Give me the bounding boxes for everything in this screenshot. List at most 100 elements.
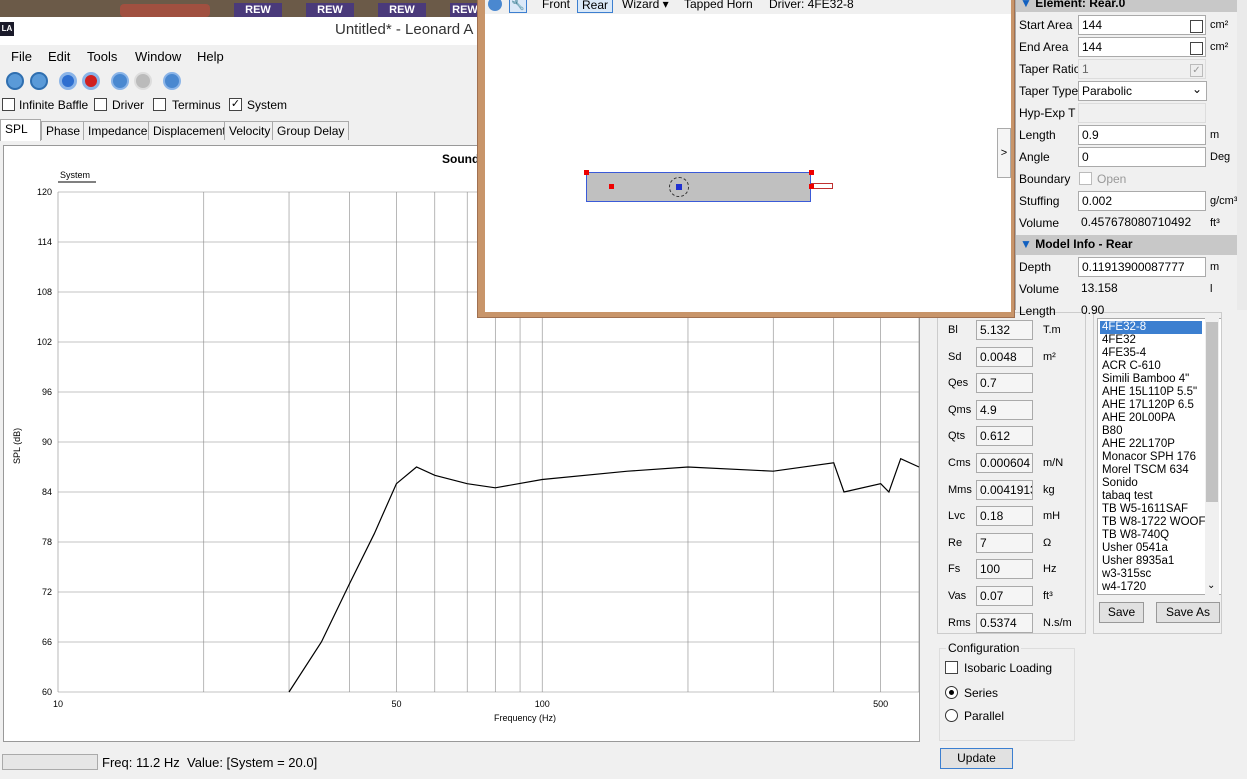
property-value[interactable]: 144 [1078, 15, 1206, 35]
rew-tab[interactable]: REW [306, 3, 354, 17]
driver-checkbox[interactable] [94, 98, 107, 111]
param-input[interactable]: 5.132 [976, 320, 1033, 340]
properties-scrollbar[interactable] [1237, 0, 1247, 310]
rear-chamber-element[interactable] [586, 172, 811, 202]
tab-phase[interactable]: Phase [41, 121, 86, 140]
tab-group-delay[interactable]: Group Delay [272, 121, 350, 140]
terminus-checkbox[interactable] [153, 98, 166, 111]
menu-help[interactable]: Help [197, 49, 224, 64]
property-value[interactable]: 0.9 [1078, 125, 1206, 145]
infinity-icon[interactable] [30, 72, 48, 90]
configuration-title: Configuration [946, 641, 1022, 655]
param-unit: Hz [1043, 563, 1057, 576]
menu-window[interactable]: Window [135, 49, 181, 64]
system-checkbox[interactable]: ✓ [229, 98, 242, 111]
record-red-icon[interactable] [82, 72, 100, 90]
rewind-icon[interactable] [111, 72, 129, 90]
rew-tab[interactable]: REW [378, 3, 426, 17]
system-label: System [247, 98, 288, 112]
y-tick-label: 90 [42, 437, 52, 447]
end-area-checkbox[interactable] [1190, 42, 1203, 55]
param-input[interactable]: 100 [976, 559, 1033, 580]
property-value[interactable]: 0 [1078, 147, 1206, 167]
property-label: Taper Ratio [1019, 62, 1081, 76]
param-unit: ft³ [1043, 590, 1053, 602]
param-input[interactable]: 0.07 [976, 586, 1033, 606]
y-tick-label: 60 [42, 687, 52, 697]
menu-edit[interactable]: Edit [48, 49, 70, 64]
menu-file[interactable]: File [11, 49, 32, 64]
status-progress [2, 754, 98, 770]
param-input[interactable]: 0.7 [976, 373, 1033, 394]
rew-tab[interactable]: REW [234, 3, 282, 17]
window-title: Untitled* - Leonard A [335, 21, 474, 38]
handle-left[interactable] [609, 184, 614, 189]
play-icon[interactable] [163, 72, 181, 90]
play-icon[interactable] [488, 0, 502, 11]
rear-button[interactable]: Rear [577, 0, 614, 13]
handle-right[interactable] [809, 184, 814, 189]
property-value[interactable]: 0.002 [1078, 191, 1206, 211]
property-unit: cm² [1210, 19, 1229, 31]
param-input[interactable]: 0.000604 [976, 453, 1033, 473]
property-label: Length [1019, 304, 1056, 318]
param-input[interactable]: 4.9 [976, 399, 1033, 420]
expand-panel-button[interactable]: > [997, 128, 1011, 178]
taper-ratio-checkbox[interactable]: ✓ [1190, 64, 1203, 77]
driver-group [1093, 312, 1222, 634]
property-value: 13.158 [1078, 279, 1206, 299]
property-value[interactable]: Parabolic ⌄ [1078, 81, 1207, 101]
update-button[interactable]: Update [940, 748, 1013, 769]
driver-marker[interactable] [669, 177, 689, 197]
component-checks: Infinite Baffle Driver Terminus ✓ System [0, 96, 480, 113]
x-tick-label: 100 [535, 699, 550, 709]
property-unit: ft³ [1210, 217, 1220, 229]
param-input[interactable]: 7 [976, 532, 1033, 553]
tab-velocity[interactable]: Velocity [224, 121, 276, 140]
property-value[interactable]: 144 [1078, 37, 1206, 57]
rew-tab[interactable]: REW [450, 3, 480, 17]
driver-label: Driver [112, 98, 144, 112]
record-blue-icon[interactable] [59, 72, 77, 90]
wrench-icon[interactable]: 🔧 [509, 0, 527, 13]
tab-spl[interactable]: SPL [0, 119, 41, 141]
param-input[interactable]: 0.0041913 [976, 479, 1033, 500]
infinity-icon[interactable] [6, 72, 24, 90]
property-value-text: 1 [1082, 62, 1089, 76]
parallel-radio[interactable] [945, 709, 958, 722]
param-input[interactable]: 0.5374 [976, 612, 1033, 633]
y-tick-label: 78 [42, 537, 52, 547]
wizard-button[interactable]: Wizard ▾ [622, 0, 669, 11]
param-unit: N.s/m [1043, 616, 1072, 629]
tab-impedance[interactable]: Impedance [83, 121, 153, 140]
x-axis-label: Frequency (Hz) [494, 713, 556, 723]
param-unit: m/N [1043, 457, 1064, 469]
save-button[interactable]: Save [1099, 602, 1144, 623]
handle-top-left[interactable] [584, 170, 589, 175]
menu-tools[interactable]: Tools [87, 49, 117, 64]
y-axis-label: SPL (dB) [12, 428, 22, 464]
boundary-open-checkbox[interactable] [1079, 172, 1092, 185]
handle-top-right[interactable] [809, 170, 814, 175]
save-as-button[interactable]: Save As [1156, 602, 1220, 623]
infinite-baffle-checkbox[interactable] [2, 98, 15, 111]
element-header: ▼ Element: Rear.0 [1016, 0, 1237, 12]
property-label: Hyp-Exp T [1019, 106, 1076, 120]
start-area-checkbox[interactable] [1190, 20, 1203, 33]
property-value-text: 0.9 [1082, 128, 1099, 142]
y-tick-label: 114 [38, 237, 52, 247]
param-input[interactable]: 0.0048 [976, 346, 1033, 367]
property-value[interactable]: 0.11913900087777 [1078, 257, 1206, 277]
param-label: Qes [948, 377, 969, 390]
isobaric-checkbox[interactable] [945, 661, 958, 674]
tapped-horn-button[interactable]: Tapped Horn [684, 0, 753, 11]
tab-displacement[interactable]: Displacement [148, 121, 231, 140]
property-value: 0.457678080710492 [1078, 213, 1206, 233]
param-input[interactable]: 0.612 [976, 426, 1033, 447]
editor-canvas[interactable] [485, 0, 1011, 312]
series-radio[interactable] [945, 686, 958, 699]
property-label: Taper Type [1019, 84, 1079, 98]
param-input[interactable]: 0.18 [976, 506, 1033, 527]
front-button[interactable]: Front [542, 0, 570, 11]
port-element[interactable] [811, 183, 833, 189]
